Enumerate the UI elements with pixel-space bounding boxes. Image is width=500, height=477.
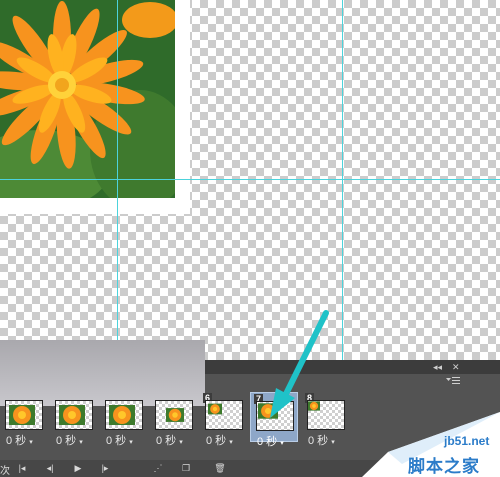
frame-delay[interactable]: 0 秒 ▾ bbox=[6, 432, 33, 448]
frame-thumbnail[interactable] bbox=[256, 401, 294, 431]
close-icon[interactable]: ✕ bbox=[452, 361, 460, 373]
frame-thumbnail[interactable] bbox=[307, 400, 345, 430]
frame-cell[interactable]: 0 秒 ▾ bbox=[50, 392, 98, 447]
guide-horizontal[interactable] bbox=[0, 179, 500, 180]
flower-thumb-icon bbox=[208, 403, 222, 415]
panel-menu-icon[interactable] bbox=[446, 377, 460, 388]
frame-cell[interactable]: 0 秒 ▾ bbox=[0, 392, 48, 447]
delete-frame-icon[interactable]: 🗑 bbox=[212, 462, 228, 475]
previous-frame-icon[interactable]: ◂| bbox=[42, 462, 58, 475]
flower-thumb-icon bbox=[59, 405, 85, 425]
flower-thumb-icon bbox=[308, 401, 320, 411]
frame-thumbnail[interactable] bbox=[205, 400, 243, 430]
frame-cell-selected[interactable]: 7 0 秒 ▾ bbox=[250, 392, 298, 448]
frame-delay[interactable]: 0 秒 ▾ bbox=[156, 432, 183, 448]
collapse-icon[interactable]: ◂◂ bbox=[433, 361, 442, 373]
guide-vertical-2[interactable] bbox=[342, 0, 343, 370]
photo-layer[interactable] bbox=[0, 0, 190, 214]
flower-thumb-icon bbox=[9, 405, 35, 425]
frame-delay[interactable]: 0 秒 ▾ bbox=[206, 432, 233, 448]
frame-thumbnail[interactable] bbox=[105, 400, 143, 430]
frame-thumbnail[interactable] bbox=[155, 400, 193, 430]
first-frame-icon[interactable]: |◂ bbox=[14, 462, 30, 475]
watermark-site: jb51.net bbox=[444, 434, 490, 448]
guide-vertical-1[interactable] bbox=[117, 0, 118, 370]
flower-thumb-icon bbox=[166, 408, 184, 422]
document-canvas[interactable] bbox=[0, 0, 500, 370]
loop-options-label[interactable]: 次 bbox=[0, 462, 10, 477]
frame-delay[interactable]: 0 秒 ▾ bbox=[308, 432, 335, 448]
frame-cell[interactable]: 0 秒 ▾ bbox=[100, 392, 148, 447]
flower-photo bbox=[0, 0, 175, 198]
frame-thumbnail[interactable] bbox=[5, 400, 43, 430]
watermark-name: 脚本之家 bbox=[408, 457, 480, 476]
frame-delay[interactable]: 0 秒 ▾ bbox=[257, 433, 284, 449]
new-frame-icon[interactable]: ❐ bbox=[178, 462, 194, 475]
frame-delay[interactable]: 0 秒 ▾ bbox=[56, 432, 83, 448]
next-frame-icon[interactable]: |▸ bbox=[97, 462, 113, 475]
frame-cell[interactable]: 0 秒 ▾ bbox=[150, 392, 198, 447]
frame-cell[interactable]: 8 0 秒 ▾ bbox=[302, 392, 350, 447]
frame-cell[interactable]: 6 0 秒 ▾ bbox=[200, 392, 248, 447]
play-icon[interactable]: ▶ bbox=[70, 462, 86, 475]
flower-thumb-icon bbox=[109, 405, 135, 425]
tween-icon[interactable]: ⋰ bbox=[150, 462, 166, 475]
flower-thumb-icon bbox=[258, 403, 278, 419]
frame-thumbnail[interactable] bbox=[55, 400, 93, 430]
frame-delay[interactable]: 0 秒 ▾ bbox=[106, 432, 133, 448]
